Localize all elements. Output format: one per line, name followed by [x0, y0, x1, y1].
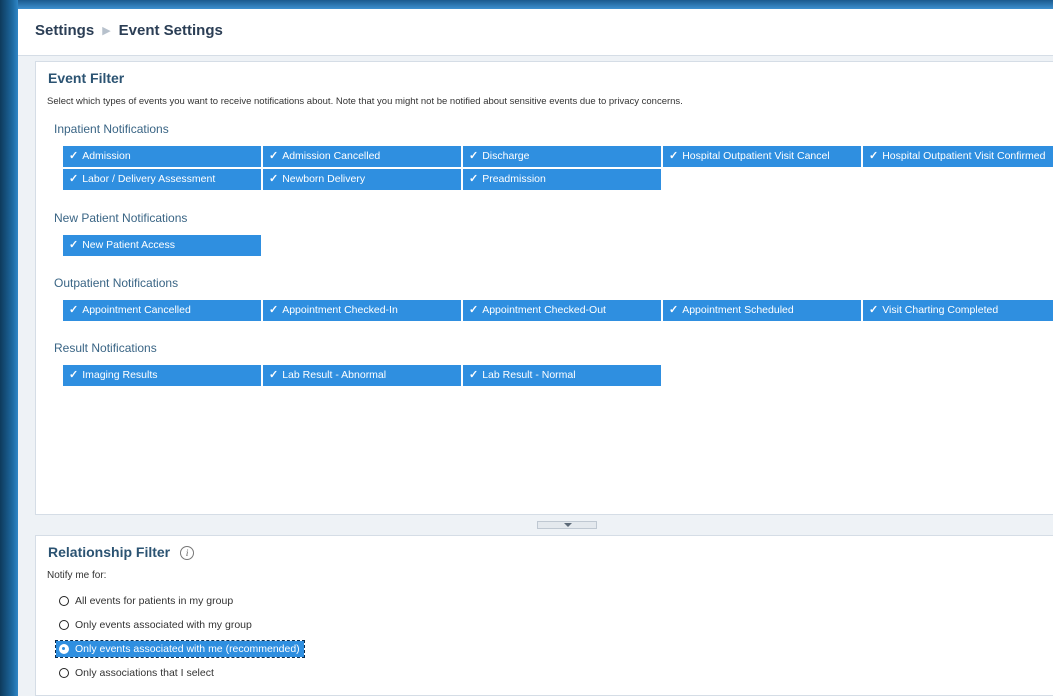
event-chip-label: Hospital Outpatient Visit Cancel	[682, 150, 830, 162]
event-chip-admission[interactable]: ✓ Admission	[63, 146, 261, 167]
check-icon: ✓	[469, 173, 479, 185]
event-chip-hospital-outpatient-visit-cancel[interactable]: ✓ Hospital Outpatient Visit Cancel	[663, 146, 861, 167]
event-chip-label: Newborn Delivery	[282, 173, 366, 185]
event-chip-label: Appointment Checked-Out	[482, 304, 606, 316]
event-chip-label: Discharge	[482, 150, 530, 162]
event-chip-label: Hospital Outpatient Visit Confirmed	[882, 150, 1046, 162]
new-patient-group-title: New Patient Notifications	[54, 211, 188, 225]
event-chip-appointment-scheduled[interactable]: ✓ Appointment Scheduled	[663, 300, 861, 321]
check-icon: ✓	[469, 369, 479, 381]
event-chip-imaging-results[interactable]: ✓ Imaging Results	[63, 365, 261, 386]
result-group-title: Result Notifications	[54, 341, 157, 355]
event-chip-label: Appointment Cancelled	[82, 304, 191, 316]
relationship-filter-panel: Relationship Filter i Notify me for: All …	[35, 535, 1053, 696]
window-left-edge	[0, 0, 18, 696]
check-icon: ✓	[269, 173, 279, 185]
event-chip-label: Imaging Results	[82, 369, 158, 381]
event-chip-visit-charting-completed[interactable]: ✓ Visit Charting Completed	[863, 300, 1053, 321]
event-chip-label: New Patient Access	[82, 239, 176, 251]
event-chip-label: Appointment Scheduled	[682, 304, 794, 316]
event-chip-label: Preadmission	[482, 173, 546, 185]
event-chip-label: Appointment Checked-In	[282, 304, 398, 316]
info-icon[interactable]: i	[180, 546, 195, 560]
radio-button-icon[interactable]	[59, 644, 69, 654]
outpatient-chip-grid: ✓ Appointment Cancelled ✓ Appointment Check…	[63, 300, 1053, 321]
check-icon: ✓	[269, 369, 279, 381]
radio-option-label: Only associations that I select	[75, 667, 214, 679]
event-chip-label: Labor / Delivery Assessment	[82, 173, 216, 185]
check-icon: ✓	[69, 150, 79, 162]
check-icon: ✓	[69, 304, 79, 316]
relationship-filter-heading: Relationship Filter i	[48, 544, 195, 561]
event-chip-lab-result-abnormal[interactable]: ✓ Lab Result - Abnormal	[263, 365, 461, 386]
check-icon: ✓	[869, 304, 879, 316]
check-icon: ✓	[269, 150, 279, 162]
event-chip-admission-cancelled[interactable]: ✓ Admission Cancelled	[263, 146, 461, 167]
check-icon: ✓	[469, 304, 479, 316]
event-chip-label: Admission Cancelled	[282, 150, 381, 162]
panel-splitter-handle[interactable]	[537, 521, 597, 529]
event-filter-panel: Event Filter Select which types of event…	[35, 61, 1053, 515]
event-chip-lab-result-normal[interactable]: ✓ Lab Result - Normal	[463, 365, 661, 386]
event-chip-hospital-outpatient-visit-confirmed[interactable]: ✓ Hospital Outpatient Visit Confirmed	[863, 146, 1053, 167]
radio-button-icon[interactable]	[59, 620, 69, 630]
event-chip-newborn-delivery[interactable]: ✓ Newborn Delivery	[263, 169, 461, 190]
radio-option-only-events-associated-with-me-recommended[interactable]: Only events associated with me (recommen…	[55, 640, 305, 658]
event-chip-discharge[interactable]: ✓ Discharge	[463, 146, 661, 167]
check-icon: ✓	[469, 150, 479, 162]
page-header: Settings ▶ Event Settings	[18, 9, 1053, 56]
radio-option-all-events-for-patients-in-my-group[interactable]: All events for patients in my group	[56, 593, 304, 609]
inpatient-chip-grid: ✓ Admission ✓ Admission Cancelled ✓ Discharge…	[63, 146, 1053, 190]
notify-me-label: Notify me for:	[47, 570, 107, 581]
result-chip-grid: ✓ Imaging Results ✓ Lab Result - Abnormal ✓ L…	[63, 365, 1053, 386]
check-icon: ✓	[69, 173, 79, 185]
event-chip-label: Lab Result - Abnormal	[282, 369, 387, 381]
relationship-filter-title: Relationship Filter	[48, 544, 171, 560]
event-chip-new-patient-access[interactable]: ✓ New Patient Access	[63, 235, 261, 256]
check-icon: ✓	[869, 150, 879, 162]
radio-button-icon[interactable]	[59, 668, 69, 678]
radio-option-label: Only events associated with me (recommen…	[75, 643, 300, 655]
event-chip-labor-delivery-assessment[interactable]: ✓ Labor / Delivery Assessment	[63, 169, 261, 190]
event-chip-label: Lab Result - Normal	[482, 369, 576, 381]
breadcrumb-settings-link[interactable]: Settings	[35, 22, 94, 39]
event-chip-label: Admission	[82, 150, 131, 162]
check-icon: ✓	[669, 150, 679, 162]
breadcrumb-current: Event Settings	[118, 22, 223, 39]
new-patient-chip-grid: ✓ New Patient Access	[63, 235, 1053, 256]
radio-option-only-events-associated-with-my-group[interactable]: Only events associated with my group	[56, 617, 304, 633]
event-filter-description: Select which types of events you want to…	[47, 96, 683, 107]
breadcrumb: Settings ▶ Event Settings	[35, 22, 223, 39]
check-icon: ✓	[269, 304, 279, 316]
event-chip-appointment-cancelled[interactable]: ✓ Appointment Cancelled	[63, 300, 261, 321]
settings-page: Settings ▶ Event Settings Event Filter Sel…	[18, 9, 1053, 696]
radio-button-icon[interactable]	[59, 596, 69, 606]
event-chip-appointment-checked-in[interactable]: ✓ Appointment Checked-In	[263, 300, 461, 321]
window-top-edge	[18, 0, 1053, 9]
event-chip-label: Visit Charting Completed	[882, 304, 999, 316]
check-icon: ✓	[69, 239, 79, 251]
breadcrumb-separator-icon: ▶	[102, 25, 111, 37]
event-chip-appointment-checked-out[interactable]: ✓ Appointment Checked-Out	[463, 300, 661, 321]
event-chip-preadmission[interactable]: ✓ Preadmission	[463, 169, 661, 190]
check-icon: ✓	[669, 304, 679, 316]
radio-option-label: All events for patients in my group	[75, 595, 234, 607]
radio-option-label: Only events associated with my group	[75, 619, 252, 631]
radio-option-only-associations-that-i-select[interactable]: Only associations that I select	[56, 665, 304, 681]
event-filter-title: Event Filter	[48, 70, 125, 86]
relationship-radio-group: All events for patients in my group Only …	[55, 593, 305, 689]
check-icon: ✓	[69, 369, 79, 381]
splitter-arrow-icon	[564, 523, 572, 527]
inpatient-group-title: Inpatient Notifications	[54, 122, 169, 136]
outpatient-group-title: Outpatient Notifications	[54, 276, 179, 290]
